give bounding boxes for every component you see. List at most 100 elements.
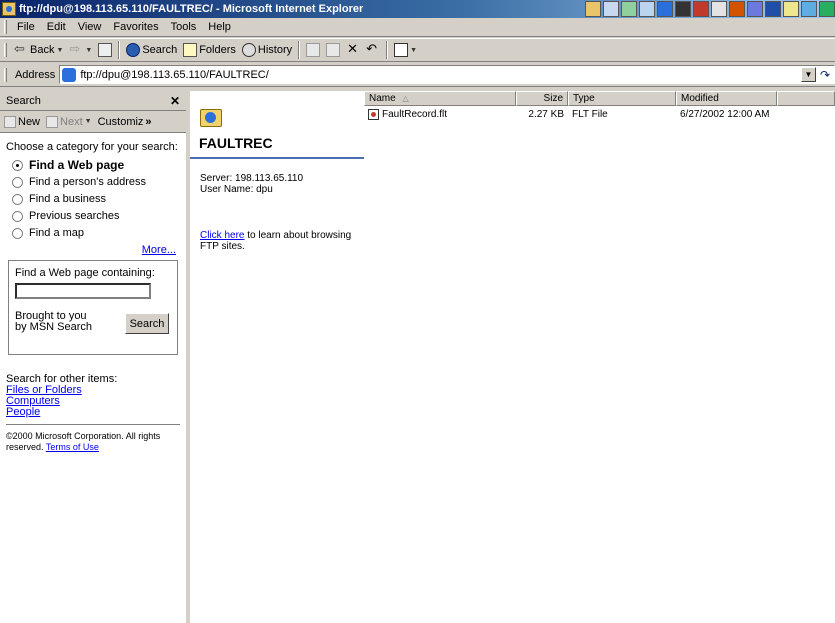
folder-view[interactable]: FAULTREC Server: 198.113.65.110 User Nam… <box>190 91 835 623</box>
close-icon[interactable]: ✕ <box>170 94 180 108</box>
copyright-notice: ©2000 Microsoft Corporation. All rights … <box>6 431 180 453</box>
customize-button[interactable]: Customiz » <box>98 116 152 128</box>
menu-view[interactable]: View <box>72 21 108 33</box>
tray-app-icon[interactable] <box>711 1 727 17</box>
tray-app-icon[interactable] <box>603 1 619 17</box>
toolbar-grip[interactable] <box>4 20 7 34</box>
new-search-button[interactable]: New <box>4 115 41 128</box>
menu-edit[interactable]: Edit <box>41 21 72 33</box>
menu-tools[interactable]: Tools <box>165 21 203 33</box>
radio-label: Find a business <box>29 193 107 205</box>
address-input[interactable]: ftp://dpu@198.113.65.110/FAULTREC/ ▼ ↷ <box>59 65 835 84</box>
radio-find-business[interactable]: Find a business <box>12 193 180 205</box>
radio-find-person[interactable]: Find a person's address <box>12 176 180 188</box>
chevron-down-icon[interactable]: ▼ <box>85 118 92 125</box>
tray-app-icon[interactable] <box>621 1 637 17</box>
column-label: Name <box>369 93 396 104</box>
up-folder-button[interactable] <box>95 40 115 60</box>
address-bar: Address ftp://dpu@198.113.65.110/FAULTRE… <box>0 63 835 87</box>
next-icon <box>46 115 59 128</box>
radio-button[interactable] <box>12 227 23 239</box>
tray-app-icon[interactable] <box>801 1 817 17</box>
toolbar-grip[interactable] <box>4 67 7 82</box>
tray-app-icon[interactable] <box>639 1 655 17</box>
menu-file[interactable]: File <box>11 21 41 33</box>
radio-find-web-page[interactable]: Find a Web page <box>12 158 180 172</box>
radio-button[interactable] <box>12 176 23 188</box>
tray-app-icon[interactable] <box>765 1 781 17</box>
views-button[interactable]: ▼ <box>391 40 420 60</box>
menu-favorites[interactable]: Favorites <box>107 21 164 33</box>
search-pane: Search ✕ New Next ▼ Customiz » Choose a … <box>0 91 188 623</box>
up-folder-icon <box>98 43 113 57</box>
forward-button[interactable]: ▼ <box>66 40 95 60</box>
next-button[interactable]: Next ▼ <box>46 115 92 128</box>
back-label: Back <box>30 44 55 56</box>
search-pane-title: Search <box>6 94 41 107</box>
tray-app-icon[interactable] <box>729 1 745 17</box>
msn-attribution: Brought to you by MSN Search <box>15 310 93 333</box>
column-header-type[interactable]: Type <box>568 91 676 106</box>
chevron-down-icon[interactable]: ▼ <box>85 47 92 54</box>
search-pane-toolbar: New Next ▼ Customiz » <box>0 111 186 133</box>
search-button[interactable]: Search <box>123 40 180 60</box>
chevron-down-icon[interactable]: ▼ <box>56 47 63 54</box>
radio-button[interactable] <box>12 193 23 205</box>
folders-label: Folders <box>199 44 236 56</box>
ftp-help-text: Click here to learn about browsing FTP s… <box>200 230 364 252</box>
back-button[interactable]: Back ▼ <box>11 40 66 60</box>
next-label: Next <box>60 115 83 128</box>
radio-button[interactable] <box>12 210 23 222</box>
terms-of-use-link[interactable]: Terms of Use <box>46 442 99 452</box>
window-title: ftp://dpu@198.113.65.110/FAULTREC/ - Mic… <box>19 3 364 15</box>
search-pane-header: Search ✕ <box>0 91 186 111</box>
tray-app-icon[interactable] <box>819 1 835 17</box>
divider <box>190 157 364 159</box>
tray-app-icon[interactable] <box>693 1 709 17</box>
undo-button[interactable] <box>363 40 383 60</box>
column-header-modified[interactable]: Modified <box>676 91 777 106</box>
radio-button[interactable] <box>12 159 23 171</box>
more-link[interactable]: More... <box>6 244 176 256</box>
move-to-button[interactable] <box>303 40 323 60</box>
click-here-link[interactable]: Click here <box>200 230 244 241</box>
search-icon <box>126 43 141 57</box>
standard-toolbar: Back ▼ ▼ Search Folders History ▼ <box>0 38 835 62</box>
forward-arrow-icon <box>69 41 83 57</box>
history-button[interactable]: History <box>239 40 295 60</box>
radio-previous-searches[interactable]: Previous searches <box>12 210 180 222</box>
user-name: User Name: dpu <box>200 184 273 195</box>
people-link[interactable]: People <box>6 407 180 418</box>
ftp-folder-icon <box>62 68 77 82</box>
radio-label: Previous searches <box>29 210 120 222</box>
toolbar-separator <box>298 41 301 59</box>
tray-app-icon[interactable] <box>783 1 799 17</box>
title-bar[interactable]: ftp://dpu@198.113.65.110/FAULTREC/ - Mic… <box>0 0 835 18</box>
tray-app-icon[interactable] <box>657 1 673 17</box>
tray-app-icon[interactable] <box>675 1 691 17</box>
delete-button[interactable] <box>343 40 363 60</box>
table-row[interactable]: FaultRecord.flt 2.27 KB FLT File 6/27/20… <box>364 108 835 122</box>
address-dropdown-button[interactable]: ▼ <box>801 67 816 82</box>
new-search-label: New <box>18 115 41 128</box>
search-pane-body: Choose a category for your search: Find … <box>0 133 186 461</box>
chevron-right-icon[interactable]: » <box>145 116 151 128</box>
go-arrow-icon[interactable]: ↷ <box>820 68 834 82</box>
search-label: Search <box>142 44 178 56</box>
tray-app-icon[interactable] <box>585 1 601 17</box>
history-icon <box>241 43 256 57</box>
copy-to-button[interactable] <box>323 40 343 60</box>
column-header-name[interactable]: Name △ <box>364 91 516 106</box>
folders-button[interactable]: Folders <box>180 40 239 60</box>
chevron-down-icon[interactable]: ▼ <box>410 47 417 54</box>
radio-find-map[interactable]: Find a map <box>12 227 180 239</box>
search-input[interactable] <box>15 283 151 299</box>
tray-app-icon[interactable] <box>747 1 763 17</box>
menu-help[interactable]: Help <box>202 21 237 33</box>
search-submit-button[interactable]: Search <box>125 313 169 334</box>
find-label: Find a Web page containing: <box>15 267 155 279</box>
folders-icon <box>183 43 198 57</box>
column-header-size[interactable]: Size <box>516 91 568 106</box>
toolbar-grip[interactable] <box>4 43 7 57</box>
history-label: History <box>257 44 293 56</box>
